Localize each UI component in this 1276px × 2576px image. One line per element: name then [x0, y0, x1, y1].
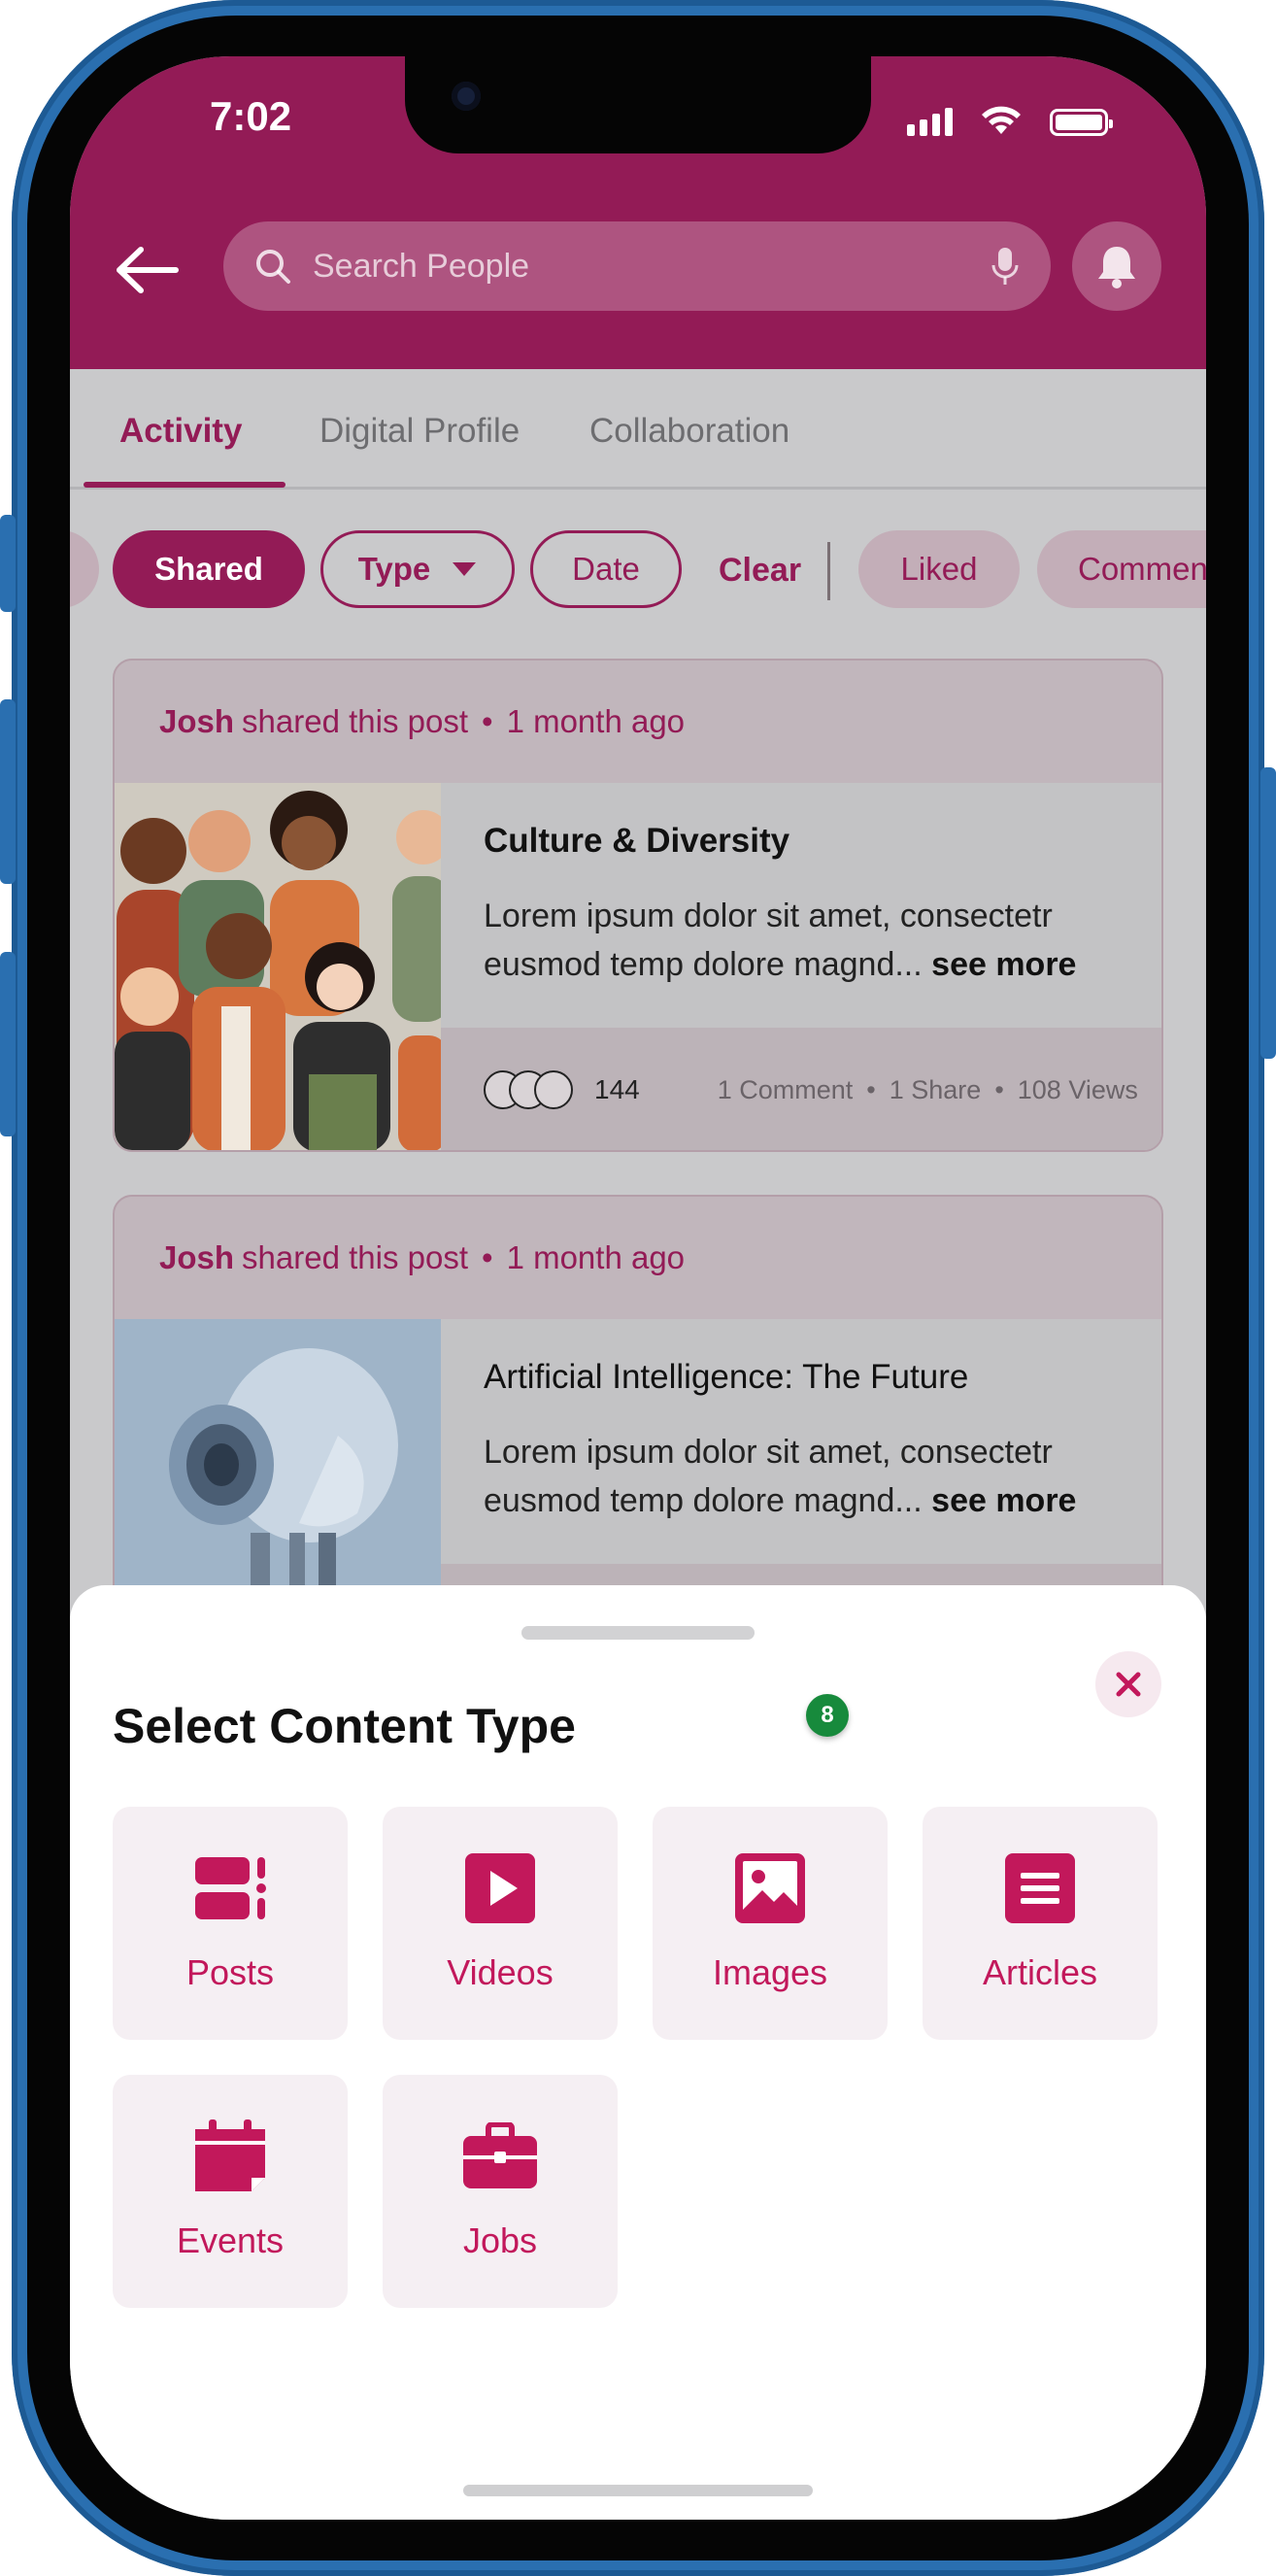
search-input[interactable]: Search People	[223, 221, 1051, 311]
tile-label: Events	[176, 2220, 285, 2260]
meta-separator: •	[482, 703, 493, 739]
post-card[interactable]: Josh shared this post • 1 month ago	[113, 659, 1163, 1152]
close-button[interactable]	[1095, 1651, 1161, 1717]
volume-down-button	[0, 952, 16, 1136]
chip-divider	[827, 542, 830, 600]
post-stats: 144 1 Comment • 1 Share • 108 Views	[441, 1028, 1161, 1150]
article-icon	[1001, 1849, 1079, 1927]
tile-label: Posts	[185, 1952, 275, 1992]
sheet-drag-handle[interactable]	[521, 1626, 755, 1640]
post-body: Culture & Diversity Lorem ipsum dolor si…	[115, 783, 1161, 1150]
see-more-link[interactable]: see more	[931, 1482, 1076, 1519]
post-thumbnail[interactable]	[115, 783, 441, 1150]
post-time: 1 month ago	[506, 1239, 686, 1275]
post-action: shared this post	[242, 703, 468, 739]
power-button	[1260, 767, 1276, 1059]
stats-separator: •	[994, 1074, 1004, 1104]
content-type-articles[interactable]: Articles	[923, 1807, 1158, 2040]
post-excerpt: Lorem ipsum dolor sit amet, consectetr e…	[484, 1428, 1144, 1525]
mute-switch	[0, 515, 16, 612]
filter-date-chip[interactable]: Date	[530, 530, 682, 608]
content-type-events[interactable]: Events	[113, 2075, 348, 2308]
battery-icon	[1050, 109, 1113, 136]
calendar-icon	[191, 2118, 269, 2195]
tab-collaboration[interactable]: Collaboration	[589, 412, 789, 451]
bell-icon	[1098, 247, 1135, 288]
screen: 7:02 Search People Activity Digital Prof…	[70, 56, 1206, 2520]
filter-chips: Shared Type Date Clear Liked Commen	[70, 530, 1206, 612]
tile-label: Videos	[447, 1952, 554, 1992]
content-type-videos[interactable]: Videos	[383, 1807, 618, 2040]
reactions-group[interactable]: 144	[484, 1070, 640, 1109]
post-time: 1 month ago	[506, 703, 686, 739]
search-placeholder: Search People	[313, 247, 530, 285]
briefcase-icon	[461, 2118, 539, 2195]
search-icon	[256, 250, 290, 284]
filter-chip-hidden[interactable]	[70, 530, 99, 608]
post-meta: Josh shared this post • 1 month ago	[115, 661, 1161, 783]
active-tab-indicator	[84, 482, 285, 488]
shares-count[interactable]: 1 Share	[890, 1075, 982, 1105]
content-type-jobs[interactable]: Jobs	[383, 2075, 618, 2308]
image-icon	[731, 1849, 809, 1927]
post-action: shared this post	[242, 1239, 468, 1275]
post-author[interactable]: Josh	[159, 1239, 234, 1276]
signal-icon	[907, 107, 953, 136]
tile-label: Jobs	[462, 2220, 538, 2260]
post-title[interactable]: Artificial Intelligence: The Future	[484, 1358, 968, 1397]
tab-activity[interactable]: Activity	[119, 412, 242, 451]
sheet-title: Select Content Type	[113, 1699, 576, 1753]
content-type-images[interactable]: Images	[653, 1807, 888, 2040]
arrow-left-icon	[117, 247, 179, 293]
tab-digital-profile[interactable]: Digital Profile	[319, 412, 520, 451]
video-icon	[461, 1849, 539, 1927]
posts-icon	[191, 1849, 269, 1927]
filter-liked-chip[interactable]: Liked	[858, 530, 1020, 608]
clear-filters-button[interactable]: Clear	[719, 552, 801, 590]
comments-count[interactable]: 1 Comment	[718, 1075, 854, 1105]
views-count: 108 Views	[1017, 1074, 1138, 1104]
filter-type-label: Type	[357, 551, 431, 587]
stats-separator: •	[866, 1074, 876, 1104]
filter-shared-chip[interactable]: Shared	[113, 530, 305, 608]
filter-commented-chip[interactable]: Commen	[1037, 530, 1206, 608]
filter-type-dropdown[interactable]: Type	[320, 530, 515, 608]
back-button[interactable]	[109, 231, 186, 309]
status-icons	[907, 105, 1113, 136]
wifi-icon	[982, 106, 1021, 134]
home-indicator[interactable]	[463, 2485, 813, 2496]
thumbs-up-icon	[534, 1070, 573, 1109]
profile-tabs: Activity Digital Profile Collaboration	[70, 369, 1206, 490]
post-title[interactable]: Culture & Diversity	[484, 822, 789, 861]
tile-label: Articles	[982, 1952, 1098, 1992]
close-icon	[1116, 1672, 1141, 1697]
content-type-sheet: Select Content Type 8 Posts Videos Image…	[70, 1585, 1206, 2520]
meta-separator: •	[482, 1239, 493, 1275]
post-meta: Josh shared this post • 1 month ago	[115, 1197, 1161, 1319]
engagement-stats: 1 Comment • 1 Share • 108 Views	[718, 1075, 1138, 1105]
reactions-count: 144	[594, 1074, 640, 1104]
microphone-icon[interactable]	[991, 246, 1020, 287]
diverse-people-illustration	[115, 783, 441, 1150]
post-excerpt: Lorem ipsum dolor sit amet, consectetr e…	[484, 892, 1144, 989]
post-author[interactable]: Josh	[159, 703, 234, 740]
notifications-button[interactable]	[1072, 221, 1161, 311]
content-type-posts[interactable]: Posts	[113, 1807, 348, 2040]
volume-up-button	[0, 699, 16, 884]
caret-down-icon	[453, 562, 477, 576]
tile-label: Images	[712, 1952, 828, 1992]
see-more-link[interactable]: see more	[931, 946, 1076, 983]
front-camera	[452, 82, 481, 111]
status-time: 7:02	[210, 93, 292, 139]
count-badge: 8	[806, 1694, 849, 1737]
